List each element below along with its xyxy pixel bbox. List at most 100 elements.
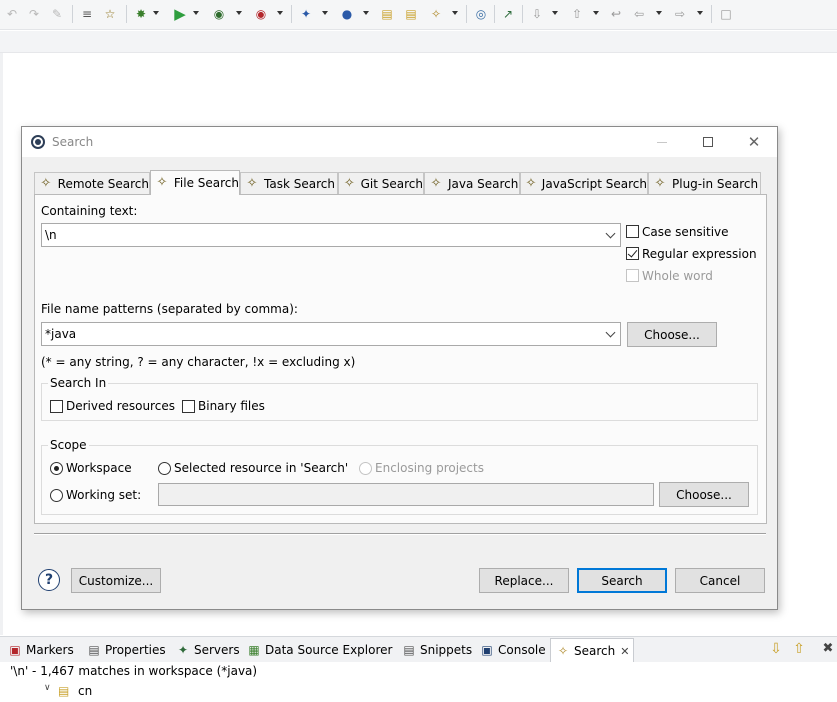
customize-button[interactable]: Customize... xyxy=(71,568,161,593)
close-button[interactable]: ✕ xyxy=(731,127,777,157)
tab-java-search[interactable]: ✧ Java Search xyxy=(424,172,520,194)
minimize-icon xyxy=(657,141,667,143)
maximize-button[interactable] xyxy=(685,127,731,157)
regular-expression-label[interactable]: Regular expression xyxy=(642,247,757,261)
view-tab-label: Console xyxy=(498,643,546,657)
cancel-button[interactable]: Cancel xyxy=(675,568,765,593)
view-tab-data-source-explorer[interactable]: ▦ Data Source Explorer xyxy=(246,641,392,659)
debug-icon[interactable]: ✸ xyxy=(133,6,149,22)
dialog-titlebar[interactable]: Search ✕ xyxy=(22,127,777,157)
web-browser-icon[interactable]: ◎ xyxy=(473,6,489,22)
open-folder-icon[interactable]: ▤ xyxy=(379,6,395,22)
run-external-icon[interactable]: ◉ xyxy=(211,6,227,22)
working-set-label[interactable]: Working set: xyxy=(66,488,141,502)
file-patterns-combo[interactable]: *java xyxy=(41,322,621,346)
forward-history-icon[interactable]: ↷ xyxy=(26,6,42,22)
search-view-icon: ✧ xyxy=(557,644,569,658)
jump-icon[interactable]: ↗ xyxy=(500,6,516,22)
workspace-radio[interactable] xyxy=(50,462,63,475)
chevron-down-icon[interactable] xyxy=(452,11,458,15)
regular-expression-checkbox[interactable] xyxy=(626,247,639,260)
chevron-down-icon[interactable] xyxy=(656,11,662,15)
chevron-down-icon[interactable] xyxy=(322,11,328,15)
selected-resource-label[interactable]: Selected resource in 'Search' xyxy=(174,461,348,475)
back-history-icon[interactable]: ↶ xyxy=(4,6,20,22)
tab-task-search[interactable]: ✧ Task Search xyxy=(240,172,338,194)
help-icon[interactable]: ? xyxy=(38,569,60,591)
tab-git-search[interactable]: ✧ Git Search xyxy=(338,172,424,194)
tree-item-label[interactable]: cn xyxy=(78,684,92,698)
chevron-down-icon[interactable] xyxy=(236,11,242,15)
view-tab-markers[interactable]: ▣ Markers xyxy=(7,641,73,659)
toggle-comment-icon[interactable]: ≡ xyxy=(79,6,95,22)
toolbar-separator xyxy=(711,5,712,23)
dialog-separator xyxy=(34,533,766,535)
toolbar-separator xyxy=(494,5,495,23)
run-icon[interactable]: ▶ xyxy=(172,6,188,22)
tab-plugin-search[interactable]: ✧ Plug-in Search xyxy=(648,172,761,194)
tab-javascript-search[interactable]: ✧ JavaScript Search xyxy=(520,172,648,194)
choose-working-set-button[interactable]: Choose... xyxy=(659,482,749,507)
view-tab-search[interactable]: ✧ Search ✕ xyxy=(550,638,635,663)
chevron-down-icon[interactable] xyxy=(602,227,618,243)
last-edit-icon[interactable]: ✎ xyxy=(49,6,65,22)
chevron-down-icon[interactable] xyxy=(363,11,369,15)
open-task-icon[interactable]: ☆ xyxy=(102,6,118,22)
chevron-down-icon[interactable] xyxy=(277,11,283,15)
minimize-button[interactable] xyxy=(639,127,685,157)
view-tab-label: Properties xyxy=(105,643,166,657)
view-tab-servers[interactable]: ✦ Servers xyxy=(175,641,240,659)
case-sensitive-label[interactable]: Case sensitive xyxy=(642,225,729,239)
view-tab-label: Data Source Explorer xyxy=(265,643,393,657)
chevron-down-icon[interactable] xyxy=(153,11,159,15)
search-result-summary: '\n' - 1,467 matches in workspace (*java… xyxy=(10,664,258,678)
chevron-down-icon[interactable] xyxy=(552,11,558,15)
derived-resources-checkbox[interactable] xyxy=(50,400,63,413)
previous-match-icon[interactable]: ⇧ xyxy=(791,641,807,657)
binary-files-label[interactable]: Binary files xyxy=(198,399,265,413)
search-button[interactable]: Search xyxy=(577,568,667,593)
chevron-down-icon[interactable]: ∨ xyxy=(44,683,51,693)
back-icon[interactable]: ⇦ xyxy=(631,6,647,22)
containing-text-combo[interactable]: \n xyxy=(41,223,621,247)
view-tab-properties[interactable]: ▤ Properties xyxy=(86,641,166,659)
chevron-down-icon[interactable] xyxy=(593,11,599,15)
view-tab-label: Search xyxy=(574,644,616,658)
tab-remote-search[interactable]: ✧ Remote Search xyxy=(34,172,150,194)
search-icon[interactable]: ✧ xyxy=(428,6,444,22)
selected-resource-radio[interactable] xyxy=(158,462,171,475)
next-match-icon[interactable]: ⇩ xyxy=(768,641,784,657)
close-icon[interactable]: ✕ xyxy=(620,645,629,658)
view-tab-snippets[interactable]: ▤ Snippets xyxy=(401,641,472,659)
coverage-icon[interactable]: ◉ xyxy=(253,6,269,22)
maximize-icon xyxy=(703,137,713,147)
previous-annotation-icon[interactable]: ⇧ xyxy=(569,6,585,22)
chevron-down-icon[interactable] xyxy=(602,326,618,342)
workspace-label[interactable]: Workspace xyxy=(66,461,132,475)
choose-patterns-button[interactable]: Choose... xyxy=(627,322,717,347)
remove-all-matches-icon[interactable]: ✖ xyxy=(820,641,836,657)
chevron-down-icon[interactable] xyxy=(697,11,703,15)
file-patterns-value: *java xyxy=(45,327,77,341)
case-sensitive-checkbox[interactable] xyxy=(626,225,639,238)
derived-resources-label[interactable]: Derived resources xyxy=(66,399,175,413)
tab-file-search[interactable]: ✧ File Search xyxy=(150,170,240,195)
last-edit-location-icon[interactable]: ↩ xyxy=(608,6,624,22)
replace-button[interactable]: Replace... xyxy=(479,568,569,593)
binary-files-checkbox[interactable] xyxy=(182,400,195,413)
forward-icon[interactable]: ⇨ xyxy=(672,6,688,22)
view-tab-console[interactable]: ▣ Console xyxy=(479,641,546,659)
working-set-radio[interactable] xyxy=(50,489,63,502)
java-search-icon: ✧ xyxy=(430,175,442,191)
open-perspective-icon[interactable]: ▤ xyxy=(403,6,419,22)
pin-editor-icon[interactable]: □ xyxy=(718,6,734,22)
tab-label: Task Search xyxy=(264,176,335,191)
chevron-down-icon[interactable] xyxy=(193,11,199,15)
console-icon: ▣ xyxy=(481,643,493,657)
next-annotation-icon[interactable]: ⇩ xyxy=(529,6,545,22)
containing-text-label: Containing text: xyxy=(41,204,138,218)
working-set-field[interactable] xyxy=(158,483,654,506)
new-icon[interactable]: ✦ xyxy=(298,6,314,22)
view-tabbar: ▣ Markers ▤ Properties ✦ Servers ▦ Data … xyxy=(0,636,837,663)
open-type-icon[interactable]: ● xyxy=(339,6,355,22)
